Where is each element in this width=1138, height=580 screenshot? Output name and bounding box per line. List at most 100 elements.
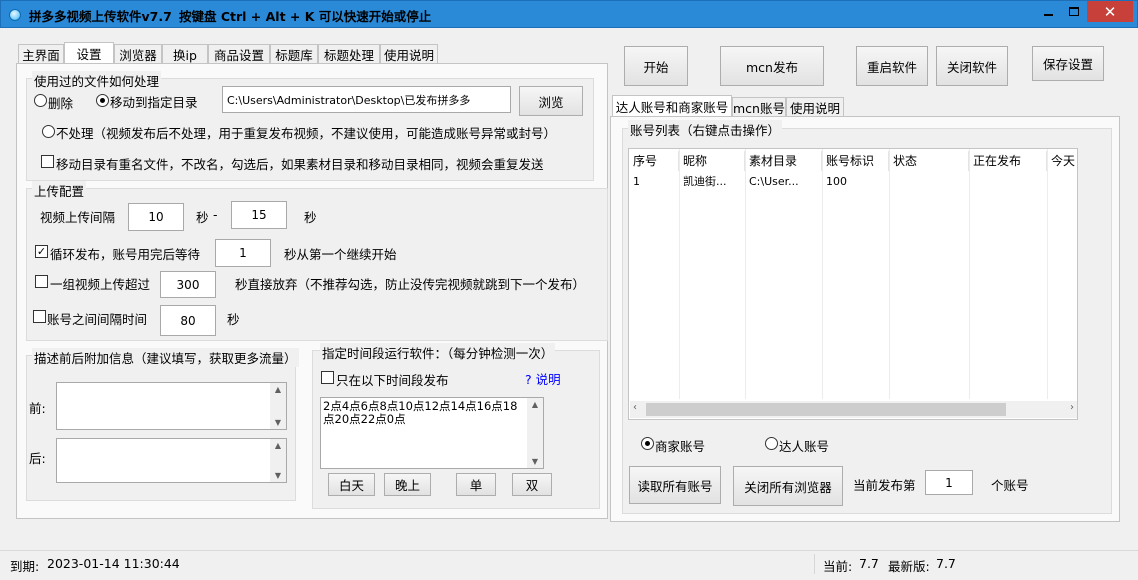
interval-dash: - [213,207,218,222]
no-process-label: 不处理（视频发布后不处理，用于重复发布视频，不建议使用，可能造成账号异常或封号） [56,126,557,141]
before-label: 前: [29,401,46,416]
influencer-radio[interactable] [765,437,778,450]
interval-min-input[interactable]: 10 [128,203,184,231]
account-interval-input[interactable]: 80 [160,305,216,336]
move-path-input[interactable]: C:\Users\Administrator\Desktop\已发布拼多多 [222,86,511,113]
only-period-checkbox[interactable] [321,371,334,384]
interval-label: 视频上传间隔 [40,210,116,225]
current-version-label: 当前: [823,559,853,574]
schedule-scrollbar[interactable]: ▲ ▼ [527,398,543,468]
scroll-thumb[interactable] [646,403,1006,416]
account-table[interactable]: 序号 昵称 素材目录 账号标识 状态 正在发布 今天 1 凯迪街... C:\U… [628,148,1078,420]
schedule-legend: 指定时间段运行软件：（每分钟检测一次） [320,343,556,362]
after-textarea[interactable]: ▲ ▼ [56,438,287,483]
move-label: 移动到指定目录 [110,95,198,110]
no-process-radio[interactable] [42,125,55,138]
save-settings-button[interactable]: 保存设置 [1032,46,1104,81]
schedule-times-text: 2点4点6点8点10点12点14点16点18点20点22点0点 [323,399,518,426]
scroll-right-icon: › [1070,402,1074,413]
rename-checkbox[interactable] [41,155,54,168]
latest-version-label: 最新版: [888,559,930,574]
close-button[interactable]: ✕ [1087,1,1133,22]
latest-version-value: 7.7 [936,556,956,571]
move-radio[interactable] [96,94,109,107]
tab-accounts[interactable]: 达人账号和商家账号 [612,95,732,117]
group-timeout-input[interactable]: 300 [160,271,216,298]
minimize-icon [1043,13,1053,16]
tab-browser[interactable]: 浏览器 [114,44,162,64]
browse-button[interactable]: 浏览 [519,86,583,116]
hotkey-hint: 按键盘 Ctrl + Alt + K 可以快速开始或停止 [179,9,432,24]
maximize-button[interactable] [1061,1,1087,22]
merchant-label: 商家账号 [655,439,706,454]
read-all-accounts-button[interactable]: 读取所有账号 [629,466,721,504]
close-all-browsers-button[interactable]: 关闭所有浏览器 [733,466,843,506]
column-header[interactable]: 状态 [889,151,969,171]
restart-button[interactable]: 重启软件 [856,46,928,86]
loop-label: 循环发布，账号用完后等待 [50,247,201,262]
cell-publishing [969,173,1047,191]
current-version-value: 7.7 [859,556,879,571]
column-header[interactable]: 今天 [1047,151,1077,171]
after-scrollbar[interactable]: ▲ ▼ [270,439,286,482]
tab-instructions[interactable]: 使用说明 [380,44,438,64]
tab-change-ip[interactable]: 换ip [162,44,208,64]
mcn-publish-button[interactable]: mcn发布 [720,46,824,86]
cell-nickname: 凯迪街... [683,175,727,188]
only-period-label: 只在以下时间段发布 [336,373,449,388]
loop-wait-input[interactable]: 1 [215,239,271,267]
even-button[interactable]: 双 [512,473,552,496]
tab-title-library[interactable]: 标题库 [270,44,318,64]
account-unit-label: 个账号 [991,478,1029,493]
column-header[interactable]: 素材目录 [745,151,822,171]
window-title: 拼多多视频上传软件v7.7 [29,9,172,24]
tab-right-instructions[interactable]: 使用说明 [786,97,844,117]
column-header[interactable]: 序号 [629,151,679,171]
current-account-input[interactable]: 1 [925,470,973,495]
odd-button[interactable]: 单 [456,473,496,496]
scroll-left-icon: ‹ [633,402,637,413]
help-link[interactable]: ? 说明 [525,369,561,388]
column-header[interactable]: 昵称 [679,151,745,171]
loop-suffix: 秒从第一个继续开始 [284,247,397,262]
loop-checkbox[interactable]: ✓ [35,245,48,258]
delete-radio[interactable] [34,94,47,107]
title-bar: 拼多多视频上传软件v7.7 按键盘 Ctrl + Alt + K 可以快速开始或… [0,0,1138,28]
before-textarea[interactable]: ▲ ▼ [56,382,287,430]
column-header[interactable]: 账号标识 [822,151,889,171]
influencer-label: 达人账号 [779,439,830,454]
group-timeout-label: 一组视频上传超过 [50,277,151,292]
account-interval-checkbox[interactable] [33,310,46,323]
tab-title-processing[interactable]: 标题处理 [318,44,380,64]
close-software-button[interactable]: 关闭软件 [936,46,1008,86]
account-list-legend: 账号列表（右键点击操作） [628,120,783,139]
status-divider [814,554,815,574]
schedule-times-textarea[interactable]: 2点4点6点8点10点12点14点16点18点20点22点0点 ▲ ▼ [320,397,544,469]
expiry-value: 2023-01-14 11:30:44 [47,556,180,571]
tab-main[interactable]: 主界面 [18,44,64,64]
sec-label: 秒 [196,210,209,225]
status-bar: 到期: 2023-01-14 11:30:44 当前: 7.7 最新版: 7.7 [0,550,1138,580]
tab-mcn-accounts[interactable]: mcn账号 [732,97,786,117]
night-button[interactable]: 晚上 [384,473,431,496]
after-label: 后: [29,451,46,466]
scroll-up-icon: ▲ [531,400,539,409]
desc-extra-legend: 描述前后附加信息（建议填写，获取更多流量） [32,348,299,367]
minimize-button[interactable] [1035,1,1061,22]
tab-product-settings[interactable]: 商品设置 [208,44,270,64]
table-hscrollbar[interactable]: ‹ › [630,401,1077,418]
interval-max-input[interactable]: 15 [231,201,287,229]
tab-settings[interactable]: 设置 [64,42,114,64]
merchant-radio[interactable] [641,437,654,450]
cell-dir: C:\User... [749,175,799,188]
scroll-up-icon: ▲ [274,385,282,394]
before-scrollbar[interactable]: ▲ ▼ [270,383,286,429]
upload-config-legend: 上传配置 [32,181,87,200]
start-button[interactable]: 开始 [624,46,688,86]
column-header[interactable]: 正在发布 [969,151,1047,171]
cell-today [1047,173,1077,191]
daytime-button[interactable]: 白天 [328,473,375,496]
checkmark-icon: ✓ [36,245,47,258]
cell-index: 1 [633,175,640,188]
group-timeout-checkbox[interactable] [35,275,48,288]
